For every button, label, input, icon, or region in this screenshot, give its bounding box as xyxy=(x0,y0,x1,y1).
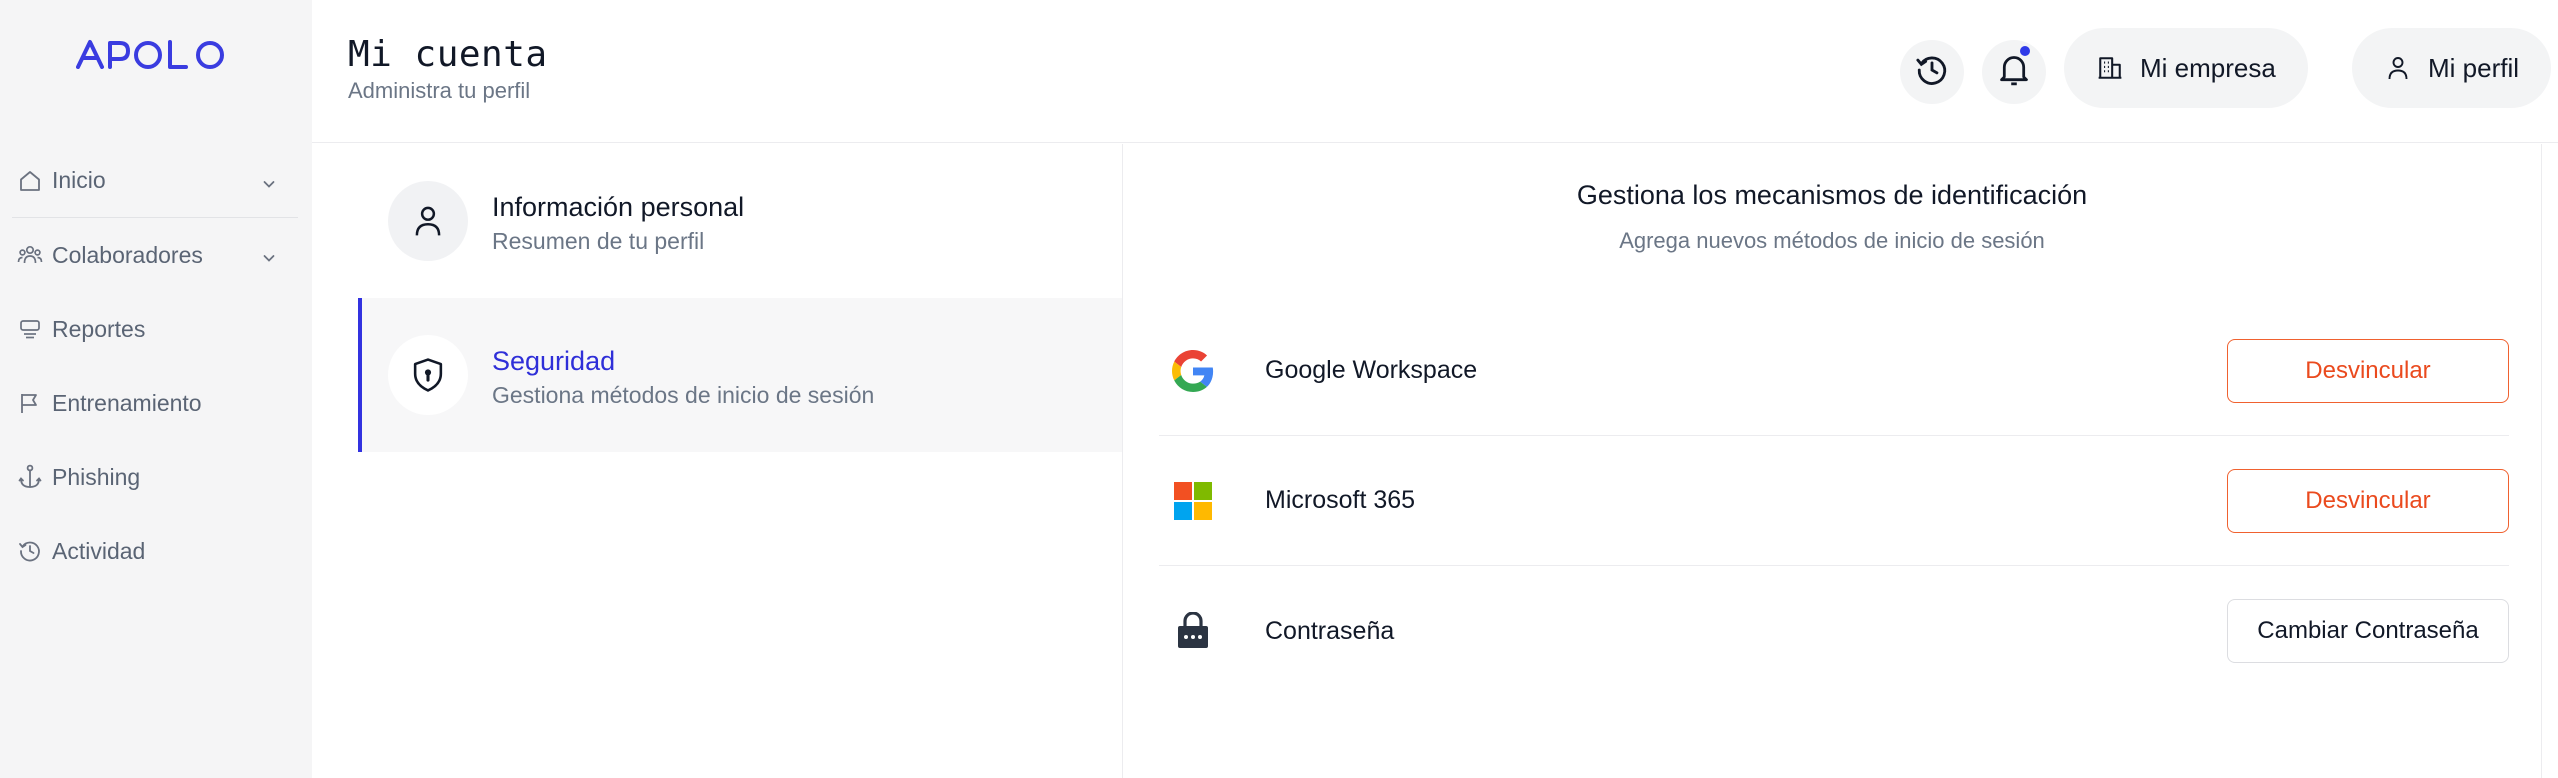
microsoft-icon xyxy=(1171,479,1215,523)
company-button-label: Mi empresa xyxy=(2140,52,2276,83)
sidebar-item-label: Entrenamiento xyxy=(52,389,202,416)
menu-item-subtitle: Gestiona métodos de inicio de sesión xyxy=(492,382,875,408)
chevron-down-icon[interactable] xyxy=(260,246,278,264)
home-icon xyxy=(16,167,44,195)
apolo-logo[interactable] xyxy=(76,34,230,74)
sidebar-item-label: Inicio xyxy=(52,167,106,193)
history-icon xyxy=(16,537,44,565)
login-method-google: Google Workspace Desvincular xyxy=(1159,306,2509,436)
lock-icon xyxy=(1171,609,1215,653)
sidebar-item-label: Reportes xyxy=(52,315,146,342)
page-title: Mi cuenta xyxy=(348,34,548,75)
sidebar-nav: Inicio Colaboradores Reportes Entrenamie… xyxy=(12,144,298,588)
user-icon xyxy=(388,181,468,261)
login-method-name: Microsoft 365 xyxy=(1265,486,1416,514)
user-icon xyxy=(2384,54,2412,82)
profile-button-label: Mi perfil xyxy=(2428,52,2520,83)
login-method-name: Contraseña xyxy=(1265,616,1395,645)
unlink-google-button[interactable]: Desvincular xyxy=(2227,339,2509,403)
menu-item-personal-info[interactable]: Información personal Resumen de tu perfi… xyxy=(358,144,1122,298)
sidebar-item-label: Colaboradores xyxy=(52,241,203,268)
change-password-button[interactable]: Cambiar Contraseña xyxy=(2227,599,2509,663)
account-menu: Información personal Resumen de tu perfi… xyxy=(358,144,1122,778)
users-icon xyxy=(16,241,44,269)
sidebar-item-label: Actividad xyxy=(52,537,146,564)
sidebar: Inicio Colaboradores Reportes Entrenamie… xyxy=(0,0,312,778)
login-method-password: Contraseña Cambiar Contraseña xyxy=(1159,566,2509,696)
profile-button[interactable]: Mi perfil xyxy=(2352,28,2552,108)
company-button[interactable]: Mi empresa xyxy=(2064,28,2308,108)
security-subtitle: Agrega nuevos métodos de inicio de sesió… xyxy=(1619,228,2045,253)
page-subtitle: Administra tu perfil xyxy=(348,78,531,103)
security-title: Gestiona los mecanismos de identificació… xyxy=(1576,180,2088,210)
security-panel: Gestiona los mecanismos de identificació… xyxy=(1122,144,2542,778)
shield-icon xyxy=(388,335,468,415)
history-button[interactable] xyxy=(1900,40,1964,104)
menu-item-security[interactable]: Seguridad Gestiona métodos de inicio de … xyxy=(358,298,1122,452)
reports-icon xyxy=(16,315,44,343)
logo-wordmark xyxy=(76,40,224,69)
flag-icon xyxy=(16,389,44,417)
sidebar-item-label: Phishing xyxy=(52,463,141,490)
app-root: Inicio Colaboradores Reportes Entrenamie… xyxy=(0,0,2558,778)
menu-item-title: Seguridad xyxy=(492,346,616,376)
sidebar-item-phishing[interactable]: Phishing xyxy=(12,440,298,514)
history-icon xyxy=(1915,53,1949,92)
sidebar-item-inicio[interactable]: Inicio xyxy=(12,144,298,218)
building-icon xyxy=(2096,54,2124,82)
menu-item-subtitle: Resumen de tu perfil xyxy=(492,228,705,254)
unlink-microsoft-button[interactable]: Desvincular xyxy=(2227,469,2509,533)
notification-dot xyxy=(2018,44,2032,58)
sidebar-item-colaboradores[interactable]: Colaboradores xyxy=(12,218,298,292)
sidebar-item-reportes[interactable]: Reportes xyxy=(12,292,298,366)
sidebar-item-entrenamiento[interactable]: Entrenamiento xyxy=(12,366,298,440)
login-method-name: Google Workspace xyxy=(1265,356,1478,384)
chevron-down-icon[interactable] xyxy=(260,172,278,190)
notifications-button[interactable] xyxy=(1982,40,2046,104)
menu-item-title: Información personal xyxy=(492,192,745,222)
login-method-microsoft: Microsoft 365 Desvincular xyxy=(1159,436,2509,566)
page-header: Mi cuenta Administra tu perfil Mi empres… xyxy=(312,0,2558,143)
sidebar-item-actividad[interactable]: Actividad xyxy=(12,514,298,588)
anchor-icon xyxy=(16,463,44,491)
google-icon xyxy=(1171,349,1215,393)
